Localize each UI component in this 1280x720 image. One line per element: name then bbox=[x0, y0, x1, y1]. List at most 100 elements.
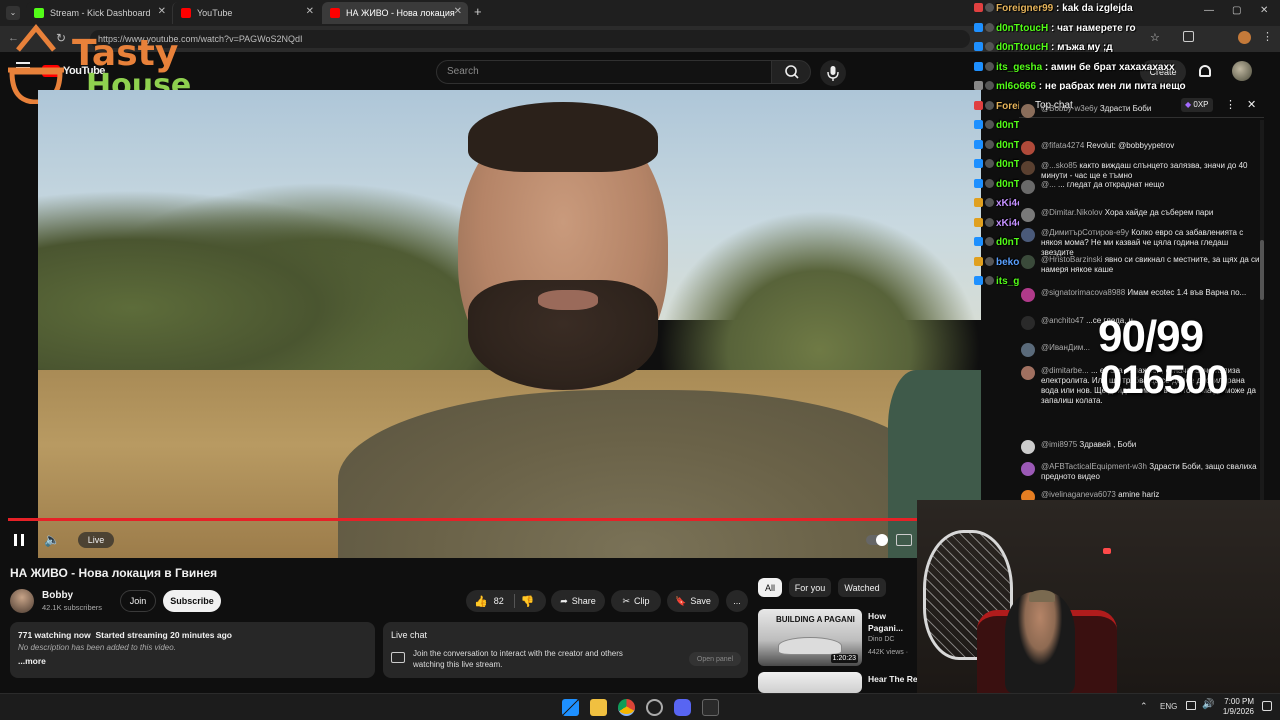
chat-avatar[interactable] bbox=[1021, 228, 1035, 242]
discord-icon[interactable] bbox=[674, 699, 691, 716]
channel-name[interactable]: Bobby bbox=[42, 590, 73, 601]
search-input[interactable]: Search bbox=[436, 60, 772, 84]
tab-active-video[interactable]: НА ЖИВО - Нова локация ✕ bbox=[322, 2, 468, 24]
chat-avatar[interactable] bbox=[1021, 255, 1035, 269]
clock-time[interactable]: 7:00 PM bbox=[1222, 697, 1254, 706]
subscribe-button[interactable]: Subscribe bbox=[163, 590, 221, 612]
speaker-icon[interactable]: 🔊 bbox=[1202, 699, 1214, 710]
chat-message[interactable]: @... ... гледат да откраднат нещо bbox=[1021, 180, 1261, 194]
autoplay-toggle[interactable] bbox=[866, 534, 888, 546]
video-player[interactable] bbox=[38, 90, 981, 558]
share-button[interactable]: ➦ Share bbox=[551, 590, 605, 612]
chat-author[interactable]: @anchito47 bbox=[1041, 316, 1084, 325]
clock-date[interactable]: 1/9/2026 bbox=[1218, 707, 1254, 716]
tab-youtube[interactable]: YouTube ✕ bbox=[172, 2, 320, 24]
profile-avatar-icon[interactable] bbox=[1238, 31, 1251, 44]
chat-author[interactable]: @imi8975 bbox=[1041, 440, 1077, 449]
filter-chip-watched[interactable]: Watched bbox=[838, 578, 886, 597]
voice-search-button[interactable] bbox=[820, 60, 846, 86]
related-video-thumbnail[interactable]: BUILDING A PAGANI 1:20:23 bbox=[758, 609, 862, 666]
clip-button[interactable]: ✂ Clip bbox=[611, 590, 661, 612]
extensions-icon[interactable] bbox=[1183, 31, 1194, 42]
language-indicator[interactable]: ENG bbox=[1160, 702, 1177, 711]
captions-icon[interactable] bbox=[896, 534, 912, 546]
watching-line: 771 watching now Started streaming 20 mi… bbox=[18, 630, 232, 640]
thumbs-down-icon[interactable]: 👎 bbox=[521, 595, 535, 608]
settings-gear-icon[interactable] bbox=[646, 699, 663, 716]
windows-start-icon[interactable] bbox=[562, 699, 579, 716]
chat-avatar[interactable] bbox=[1021, 316, 1035, 330]
chat-author[interactable]: @AFBTacticalEquipment-w3h bbox=[1041, 462, 1147, 471]
video-progress-bar[interactable] bbox=[8, 518, 918, 521]
chat-avatar[interactable] bbox=[1021, 141, 1035, 155]
live-badge[interactable]: Live bbox=[78, 532, 114, 548]
overlay-chat-user: Foreigner99 bbox=[996, 3, 1054, 14]
more-actions-button[interactable]: ... bbox=[726, 590, 748, 612]
minimize-icon[interactable]: — bbox=[1204, 5, 1214, 16]
chat-avatar[interactable] bbox=[1021, 343, 1035, 357]
chat-author[interactable]: @signatorimacova8988 bbox=[1041, 288, 1125, 297]
like-button[interactable]: 👍 82 bbox=[466, 595, 504, 608]
chat-message[interactable]: @Bobby-w3e6y Здрасти Боби bbox=[1021, 104, 1261, 118]
chat-author[interactable]: @fifata4274 bbox=[1041, 141, 1084, 150]
chat-avatar[interactable] bbox=[1021, 180, 1035, 194]
new-tab-icon[interactable]: + bbox=[474, 4, 482, 19]
description-box[interactable]: 771 watching now Started streaming 20 mi… bbox=[10, 622, 375, 678]
network-icon[interactable] bbox=[1186, 701, 1196, 710]
volume-icon[interactable]: 🔈 bbox=[44, 532, 60, 548]
chat-message[interactable]: @...sko85 както виждаш слънцето залязва,… bbox=[1021, 161, 1261, 181]
chat-author[interactable]: @ДимитърСотиров-е9у bbox=[1041, 228, 1129, 237]
related-video-title[interactable]: Hear The Re... bbox=[868, 674, 918, 684]
url-field[interactable]: https://www.youtube.com/watch?v=PAGWoS2N… bbox=[90, 30, 970, 48]
chat-author[interactable]: @HristoBarzinski bbox=[1041, 255, 1102, 264]
file-explorer-icon[interactable] bbox=[590, 699, 607, 716]
open-panel-button[interactable]: Open panel bbox=[689, 652, 741, 666]
notification-center-icon[interactable] bbox=[1262, 701, 1272, 711]
chat-avatar[interactable] bbox=[1021, 104, 1035, 118]
chat-author[interactable]: @Dimitar.Nikolov bbox=[1041, 208, 1102, 217]
chat-message[interactable]: @HristoBarzinski явно си свикнал с местн… bbox=[1021, 255, 1261, 275]
bookmark-star-icon[interactable]: ☆ bbox=[1150, 31, 1160, 44]
chat-avatar[interactable] bbox=[1021, 366, 1035, 380]
account-avatar[interactable] bbox=[1232, 61, 1252, 81]
chrome-icon[interactable] bbox=[618, 699, 635, 716]
chat-message[interactable]: @ivelinaganeva6073 amine hariz bbox=[1021, 490, 1261, 500]
filter-chip-for-you[interactable]: For you bbox=[789, 578, 831, 597]
maximize-icon[interactable]: ▢ bbox=[1232, 5, 1241, 16]
browser-menu-icon[interactable]: ⋮ bbox=[1262, 30, 1273, 43]
chat-avatar[interactable] bbox=[1021, 462, 1035, 476]
join-button[interactable]: Join bbox=[120, 590, 156, 612]
chat-avatar[interactable] bbox=[1021, 490, 1035, 500]
chat-message[interactable]: @fifata4274 Revolut: @bobbyypetrov bbox=[1021, 141, 1261, 155]
chat-author[interactable]: @dimitarbe... bbox=[1041, 366, 1089, 375]
show-more-link[interactable]: ...more bbox=[18, 656, 46, 666]
chat-author[interactable]: @ИванДим... bbox=[1041, 343, 1090, 352]
chat-author[interactable]: @Bobby-w3e6y bbox=[1041, 104, 1098, 113]
chat-message[interactable]: @imi8975 Здравей , Боби bbox=[1021, 440, 1261, 454]
tray-chevron-icon[interactable]: ⌃ bbox=[1140, 701, 1148, 712]
chat-author[interactable]: @ivelinaganeva6073 bbox=[1041, 490, 1116, 499]
chat-author[interactable]: @...sko85 bbox=[1041, 161, 1077, 170]
chat-message[interactable]: @Dimitar.Nikolov Хора хайде да съберем п… bbox=[1021, 208, 1261, 222]
close-icon[interactable]: ✕ bbox=[306, 6, 314, 17]
terminal-icon[interactable] bbox=[702, 699, 719, 716]
chat-avatar[interactable] bbox=[1021, 161, 1035, 175]
chat-message[interactable]: @signatorimacova8988 Имам ecotec 1.4 във… bbox=[1021, 288, 1261, 302]
save-label: Save bbox=[690, 596, 711, 606]
close-window-icon[interactable]: ✕ bbox=[1260, 5, 1268, 16]
chat-message[interactable]: @AFBTacticalEquipment-w3h Здрасти Боби, … bbox=[1021, 462, 1261, 482]
chat-avatar[interactable] bbox=[1021, 208, 1035, 222]
related-video-thumbnail[interactable] bbox=[758, 672, 862, 693]
search-button[interactable] bbox=[771, 60, 811, 84]
filter-chip-all[interactable]: All bbox=[758, 578, 782, 597]
save-button[interactable]: 🔖 Save bbox=[667, 590, 719, 612]
chat-message[interactable]: @ДимитърСотиров-е9у Колко евро са забавл… bbox=[1021, 228, 1261, 258]
pause-icon[interactable] bbox=[14, 534, 24, 546]
chat-avatar[interactable] bbox=[1021, 440, 1035, 454]
chat-avatar[interactable] bbox=[1021, 288, 1035, 302]
notifications-bell-icon[interactable] bbox=[1199, 65, 1211, 77]
related-video-title[interactable]: How Pagani... Exclusive Ins... bbox=[868, 610, 918, 634]
close-icon[interactable]: ✕ bbox=[454, 6, 462, 17]
channel-avatar[interactable] bbox=[10, 589, 34, 613]
chat-author[interactable]: @... bbox=[1041, 180, 1056, 189]
